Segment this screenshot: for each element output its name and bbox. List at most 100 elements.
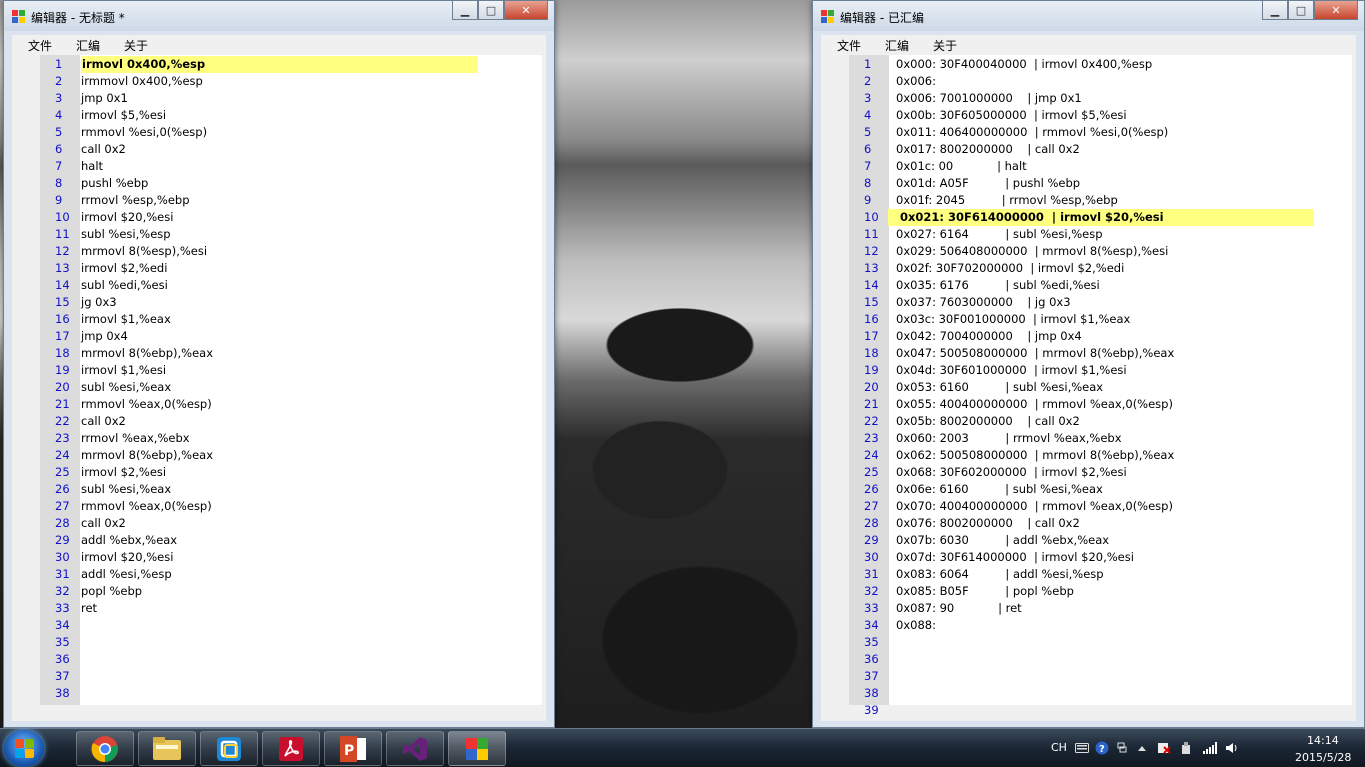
code-line[interactable]: 0x037: 7603000000 | jg 0x3 (896, 294, 1071, 311)
code-line[interactable]: 0x011: 406400000000 | rmmovl %esi,0(%esp… (896, 124, 1168, 141)
code-line[interactable]: rmmovl %eax,0(%esp) (81, 498, 212, 515)
title-bar[interactable]: 编辑器 - 已汇编 ▁ □ ✕ (813, 1, 1364, 31)
code-line[interactable]: mrmovl 8(%ebp),%eax (81, 345, 213, 362)
code-line[interactable]: 0x085: B05F | popl %ebp (896, 583, 1074, 600)
powerpoint-icon[interactable]: P (324, 731, 382, 766)
file-explorer-icon[interactable] (138, 731, 196, 766)
code-line[interactable]: 0x01c: 00 | halt (896, 158, 1027, 175)
visual-studio-icon[interactable] (386, 731, 444, 766)
code-line[interactable]: rrmovl %eax,%ebx (81, 430, 190, 447)
code-line[interactable]: 0x053: 6160 | subl %esi,%eax (896, 379, 1103, 396)
menu-about[interactable]: 关于 (108, 37, 156, 54)
code-line[interactable]: 0x042: 7004000000 | jmp 0x4 (896, 328, 1082, 345)
code-line[interactable]: mrmovl 8(%esp),%esi (81, 243, 207, 260)
volume-icon[interactable] (1225, 741, 1239, 755)
code-line[interactable]: 0x088: (896, 617, 936, 634)
highlighted-code-line[interactable]: 0x021: 30F614000000 | irmovl $20,%esi (888, 209, 1314, 226)
code-line[interactable]: subl %esi,%eax (81, 379, 171, 396)
code-line[interactable]: call 0x2 (81, 413, 126, 430)
code-line[interactable]: jmp 0x1 (81, 90, 128, 107)
menu-assemble[interactable]: 汇编 (869, 37, 917, 54)
show-hidden-icons-icon[interactable] (1135, 741, 1149, 755)
code-line[interactable]: 0x006: (896, 73, 936, 90)
code-line[interactable]: 0x055: 400400000000 | rmmovl %eax,0(%esp… (896, 396, 1173, 413)
chrome-icon[interactable] (76, 731, 134, 766)
code-line[interactable]: irmovl $20,%esi (81, 209, 173, 226)
code-line[interactable]: 0x035: 6176 | subl %edi,%esi (896, 277, 1100, 294)
code-line[interactable]: irmovl $5,%esi (81, 107, 166, 124)
code-line[interactable]: 0x000: 30F400040000 | irmovl 0x400,%esp (896, 56, 1152, 73)
menu-file[interactable]: 文件 (821, 37, 869, 54)
code-line[interactable]: 0x01f: 2045 | rrmovl %esp,%ebp (896, 192, 1118, 209)
acrobat-icon[interactable] (262, 731, 320, 766)
minimize-button[interactable]: ▁ (1262, 1, 1288, 20)
code-line[interactable]: 0x062: 500508000000 | mrmovl 8(%ebp),%ea… (896, 447, 1174, 464)
code-line[interactable]: mrmovl 8(%ebp),%eax (81, 447, 213, 464)
code-line[interactable]: subl %esi,%eax (81, 481, 171, 498)
maximize-button[interactable]: □ (478, 1, 504, 20)
code-line[interactable]: 0x047: 500508000000 | mrmovl 8(%ebp),%ea… (896, 345, 1174, 362)
code-line[interactable]: 0x00b: 30F605000000 | irmovl $5,%esi (896, 107, 1127, 124)
code-line[interactable]: subl %esi,%esp (81, 226, 171, 243)
maximize-button[interactable]: □ (1288, 1, 1314, 20)
virtual-machine-icon[interactable] (200, 731, 258, 766)
highlighted-code-line[interactable]: irmovl 0x400,%esp (81, 56, 478, 73)
code-line[interactable]: 0x017: 8002000000 | call 0x2 (896, 141, 1080, 158)
language-indicator[interactable]: CH (1051, 741, 1067, 754)
code-line[interactable]: jg 0x3 (81, 294, 117, 311)
code-line[interactable]: addl %ebx,%eax (81, 532, 177, 549)
menu-file[interactable]: 文件 (12, 37, 60, 54)
code-line[interactable]: 0x027: 6164 | subl %esi,%esp (896, 226, 1103, 243)
code-line[interactable]: 0x07b: 6030 | addl %ebx,%eax (896, 532, 1109, 549)
editor-app-icon[interactable] (448, 731, 506, 766)
code-line[interactable]: 0x02f: 30F702000000 | irmovl $2,%edi (896, 260, 1124, 277)
code-line[interactable]: irmovl $1,%esi (81, 362, 166, 379)
code-line[interactable]: 0x070: 400400000000 | rmmovl %eax,0(%esp… (896, 498, 1173, 515)
code-line[interactable]: addl %esi,%esp (81, 566, 172, 583)
code-line[interactable]: 0x083: 6064 | addl %esi,%esp (896, 566, 1104, 583)
close-button[interactable]: ✕ (1314, 1, 1358, 20)
code-line[interactable]: irmmovl 0x400,%esp (81, 73, 203, 90)
code-line[interactable]: 0x05b: 8002000000 | call 0x2 (896, 413, 1080, 430)
minimize-button[interactable]: ▁ (452, 1, 478, 20)
removable-device-icon[interactable] (1179, 741, 1193, 755)
code-line[interactable]: pushl %ebp (81, 175, 148, 192)
code-line[interactable]: 0x006: 7001000000 | jmp 0x1 (896, 90, 1082, 107)
editor-window-assembled[interactable]: 编辑器 - 已汇编 ▁ □ ✕ 文件 汇编 关于 1 0x000: 30F4000… (812, 0, 1365, 728)
code-line[interactable]: irmovl $2,%esi (81, 464, 166, 481)
code-line[interactable]: 0x068: 30F602000000 | irmovl $2,%esi (896, 464, 1127, 481)
help-icon[interactable]: ? (1095, 741, 1109, 755)
code-line[interactable]: subl %edi,%esi (81, 277, 168, 294)
code-line[interactable]: 0x087: 90 | ret (896, 600, 1022, 617)
title-bar[interactable]: 编辑器 - 无标题 * ▁ □ ✕ (4, 1, 554, 31)
code-line[interactable]: 0x029: 506408000000 | mrmovl 8(%esp),%es… (896, 243, 1168, 260)
code-line[interactable]: popl %ebp (81, 583, 142, 600)
clock-time[interactable]: 14:14 (1307, 734, 1339, 747)
code-line[interactable]: irmovl $1,%eax (81, 311, 171, 328)
network-signal-icon[interactable] (1203, 741, 1217, 755)
action-center-icon[interactable] (1157, 741, 1171, 755)
close-button[interactable]: ✕ (504, 1, 548, 20)
code-line[interactable]: jmp 0x4 (81, 328, 128, 345)
code-line[interactable]: 0x076: 8002000000 | call 0x2 (896, 515, 1080, 532)
code-line[interactable]: 0x06e: 6160 | subl %esi,%eax (896, 481, 1103, 498)
code-line[interactable]: irmovl $2,%edi (81, 260, 167, 277)
code-line[interactable]: call 0x2 (81, 515, 126, 532)
code-line[interactable]: irmovl $20,%esi (81, 549, 173, 566)
code-line[interactable]: 0x01d: A05F | pushl %ebp (896, 175, 1080, 192)
menu-assemble[interactable]: 汇编 (60, 37, 108, 54)
code-line[interactable]: rmmovl %esi,0(%esp) (81, 124, 207, 141)
code-line[interactable]: call 0x2 (81, 141, 126, 158)
code-line[interactable]: 0x03c: 30F001000000 | irmovl $1,%eax (896, 311, 1130, 328)
code-line[interactable]: halt (81, 158, 103, 175)
code-line[interactable]: 0x07d: 30F614000000 | irmovl $20,%esi (896, 549, 1134, 566)
menu-about[interactable]: 关于 (917, 37, 965, 54)
code-line[interactable]: 0x060: 2003 | rrmovl %eax,%ebx (896, 430, 1122, 447)
editor-window-untitled[interactable]: 编辑器 - 无标题 * ▁ □ ✕ 文件 汇编 关于 1 irmovl 0x400… (3, 0, 555, 728)
code-line[interactable]: rmmovl %eax,0(%esp) (81, 396, 212, 413)
start-button[interactable] (4, 730, 44, 767)
code-line[interactable]: ret (81, 600, 97, 617)
ime-settings-icon[interactable] (1115, 741, 1129, 755)
code-line[interactable]: rrmovl %esp,%ebp (81, 192, 190, 209)
code-line[interactable]: 0x04d: 30F601000000 | irmovl $1,%esi (896, 362, 1127, 379)
